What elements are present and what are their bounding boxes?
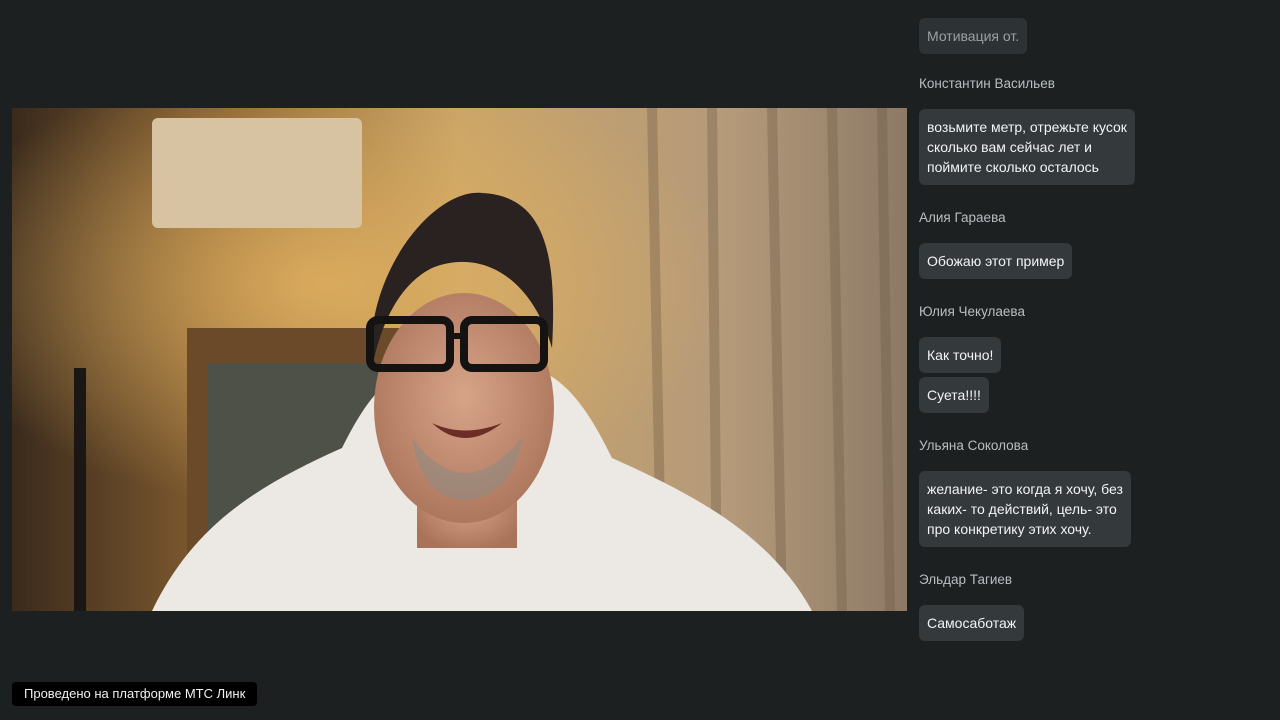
chat-message-bubble: Суета!!!!	[919, 377, 989, 413]
chat-author-name: Константин Васильев	[919, 76, 1055, 91]
chat-author-name: Ульяна Соколова	[919, 438, 1029, 453]
chat-message-bubble: Мотивация от.	[919, 18, 1028, 54]
chat-panel[interactable]: Мотивация от. Константин Васильев возьмите…	[919, 0, 1269, 720]
webinar-window: Мотивация от. Константин Васильев возьмите…	[0, 0, 1280, 720]
speaker-video[interactable]	[12, 108, 907, 611]
chat-message-bubble: Обожаю этот пример	[919, 243, 1073, 279]
chat-message-bubble: Как точно!	[919, 337, 1002, 373]
chat-message-bubble: Самосаботаж	[919, 605, 1025, 641]
chat-message-bubble: возьмите метр, отрежьте кусок сколько ва…	[919, 109, 1135, 185]
platform-label: Проведено на платформе МТС Линк	[12, 682, 258, 706]
video-frame	[12, 108, 907, 611]
chat-author-name: Эльдар Тагиев	[919, 572, 1013, 587]
chat-author-name: Юлия Чекулаева	[919, 304, 1025, 319]
chat-author-name: Алия Гараева	[919, 210, 1006, 225]
chat-message-bubble: желание- это когда я хочу, без каких- то…	[919, 471, 1131, 547]
